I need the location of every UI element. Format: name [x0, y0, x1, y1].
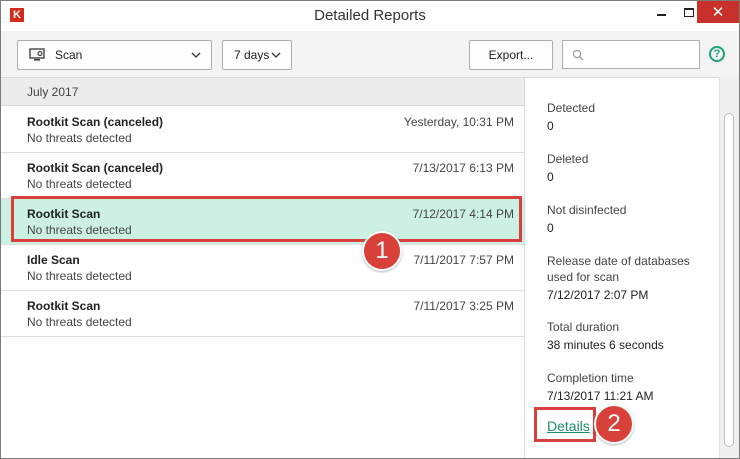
report-type-value: Scan [55, 48, 83, 62]
completion-time-field: Completion time 7/13/2017 11:21 AM [547, 370, 717, 404]
completion-time-label: Completion time [547, 371, 634, 385]
deleted-value: 0 [547, 170, 554, 184]
period-value: 7 days [234, 48, 270, 62]
maximize-icon [684, 7, 694, 17]
report-date: 7/11/2017 7:57 PM [413, 253, 514, 267]
report-name: Idle Scan [27, 253, 80, 267]
deleted-label: Deleted [547, 152, 589, 166]
report-details-pane: Detected 0 Deleted 0 Not disinfected 0 R… [524, 77, 719, 458]
report-status: No threats detected [27, 269, 132, 283]
total-duration-value: 38 minutes 6 seconds [547, 338, 664, 352]
total-duration-label: Total duration [547, 320, 620, 334]
selected-row-highlight-annotation [11, 196, 522, 242]
report-row[interactable]: Rootkit Scan (canceled) No threats detec… [1, 153, 524, 199]
search-icon [572, 49, 584, 61]
report-type-dropdown[interactable]: Scan [17, 40, 212, 70]
report-date: Yesterday, 10:31 PM [403, 115, 514, 129]
title-bar: K Detailed Reports ✕ [1, 1, 739, 31]
report-date: 7/11/2017 3:25 PM [413, 299, 514, 313]
help-icon[interactable]: ? [709, 46, 725, 62]
details-link-highlight-annotation [534, 407, 596, 442]
report-date: 7/13/2017 6:13 PM [412, 161, 514, 175]
report-row[interactable]: Rootkit Scan (canceled) No threats detec… [1, 107, 524, 153]
monitor-scan-icon [29, 48, 45, 61]
detected-label: Detected [547, 101, 596, 115]
total-duration-field: Total duration 38 minutes 6 seconds [547, 319, 717, 353]
not-disinfected-label: Not disinfected [547, 203, 627, 217]
report-row[interactable]: Rootkit Scan No threats detected 7/11/20… [1, 291, 524, 337]
database-release-value: 7/12/2017 2:07 PM [547, 288, 649, 302]
detected-field: Detected 0 [547, 100, 717, 134]
close-button[interactable]: ✕ [697, 1, 739, 23]
report-name: Rootkit Scan [27, 299, 101, 313]
completion-time-value: 7/13/2017 11:21 AM [547, 389, 654, 403]
minimize-icon [656, 14, 666, 16]
chevron-down-icon [271, 52, 281, 58]
close-icon: ✕ [711, 4, 725, 21]
step-2-callout: 2 [594, 404, 634, 444]
window-title: Detailed Reports [314, 7, 426, 24]
deleted-field: Deleted 0 [547, 151, 717, 185]
detected-value: 0 [547, 119, 554, 133]
report-name: Rootkit Scan (canceled) [27, 161, 164, 175]
database-release-label: Release date of databases used for scan [547, 254, 690, 284]
scrollbar-thumb[interactable] [724, 113, 734, 447]
period-dropdown[interactable]: 7 days [222, 40, 292, 70]
database-release-field: Release date of databases used for scan … [547, 253, 717, 303]
export-button[interactable]: Export... [469, 40, 553, 70]
report-row[interactable]: Idle Scan No threats detected 7/11/2017 … [1, 245, 524, 291]
month-group-header: July 2017 [1, 78, 524, 106]
minimize-button[interactable] [647, 1, 675, 23]
search-field[interactable] [562, 40, 700, 69]
toolbar: Scan 7 days Export... ? [1, 31, 739, 77]
not-disinfected-value: 0 [547, 221, 554, 235]
not-disinfected-field: Not disinfected 0 [547, 202, 717, 236]
report-name: Rootkit Scan (canceled) [27, 115, 164, 129]
details-scrollbar[interactable] [719, 77, 739, 458]
report-status: No threats detected [27, 131, 132, 145]
report-status: No threats detected [27, 177, 132, 191]
report-status: No threats detected [27, 315, 132, 329]
detailed-reports-window: K Detailed Reports ✕ Scan 7 days Export.… [0, 0, 740, 459]
step-1-callout: 1 [362, 231, 402, 271]
chevron-down-icon [191, 52, 201, 58]
report-list: July 2017 Rootkit Scan (canceled) No thr… [1, 77, 524, 458]
